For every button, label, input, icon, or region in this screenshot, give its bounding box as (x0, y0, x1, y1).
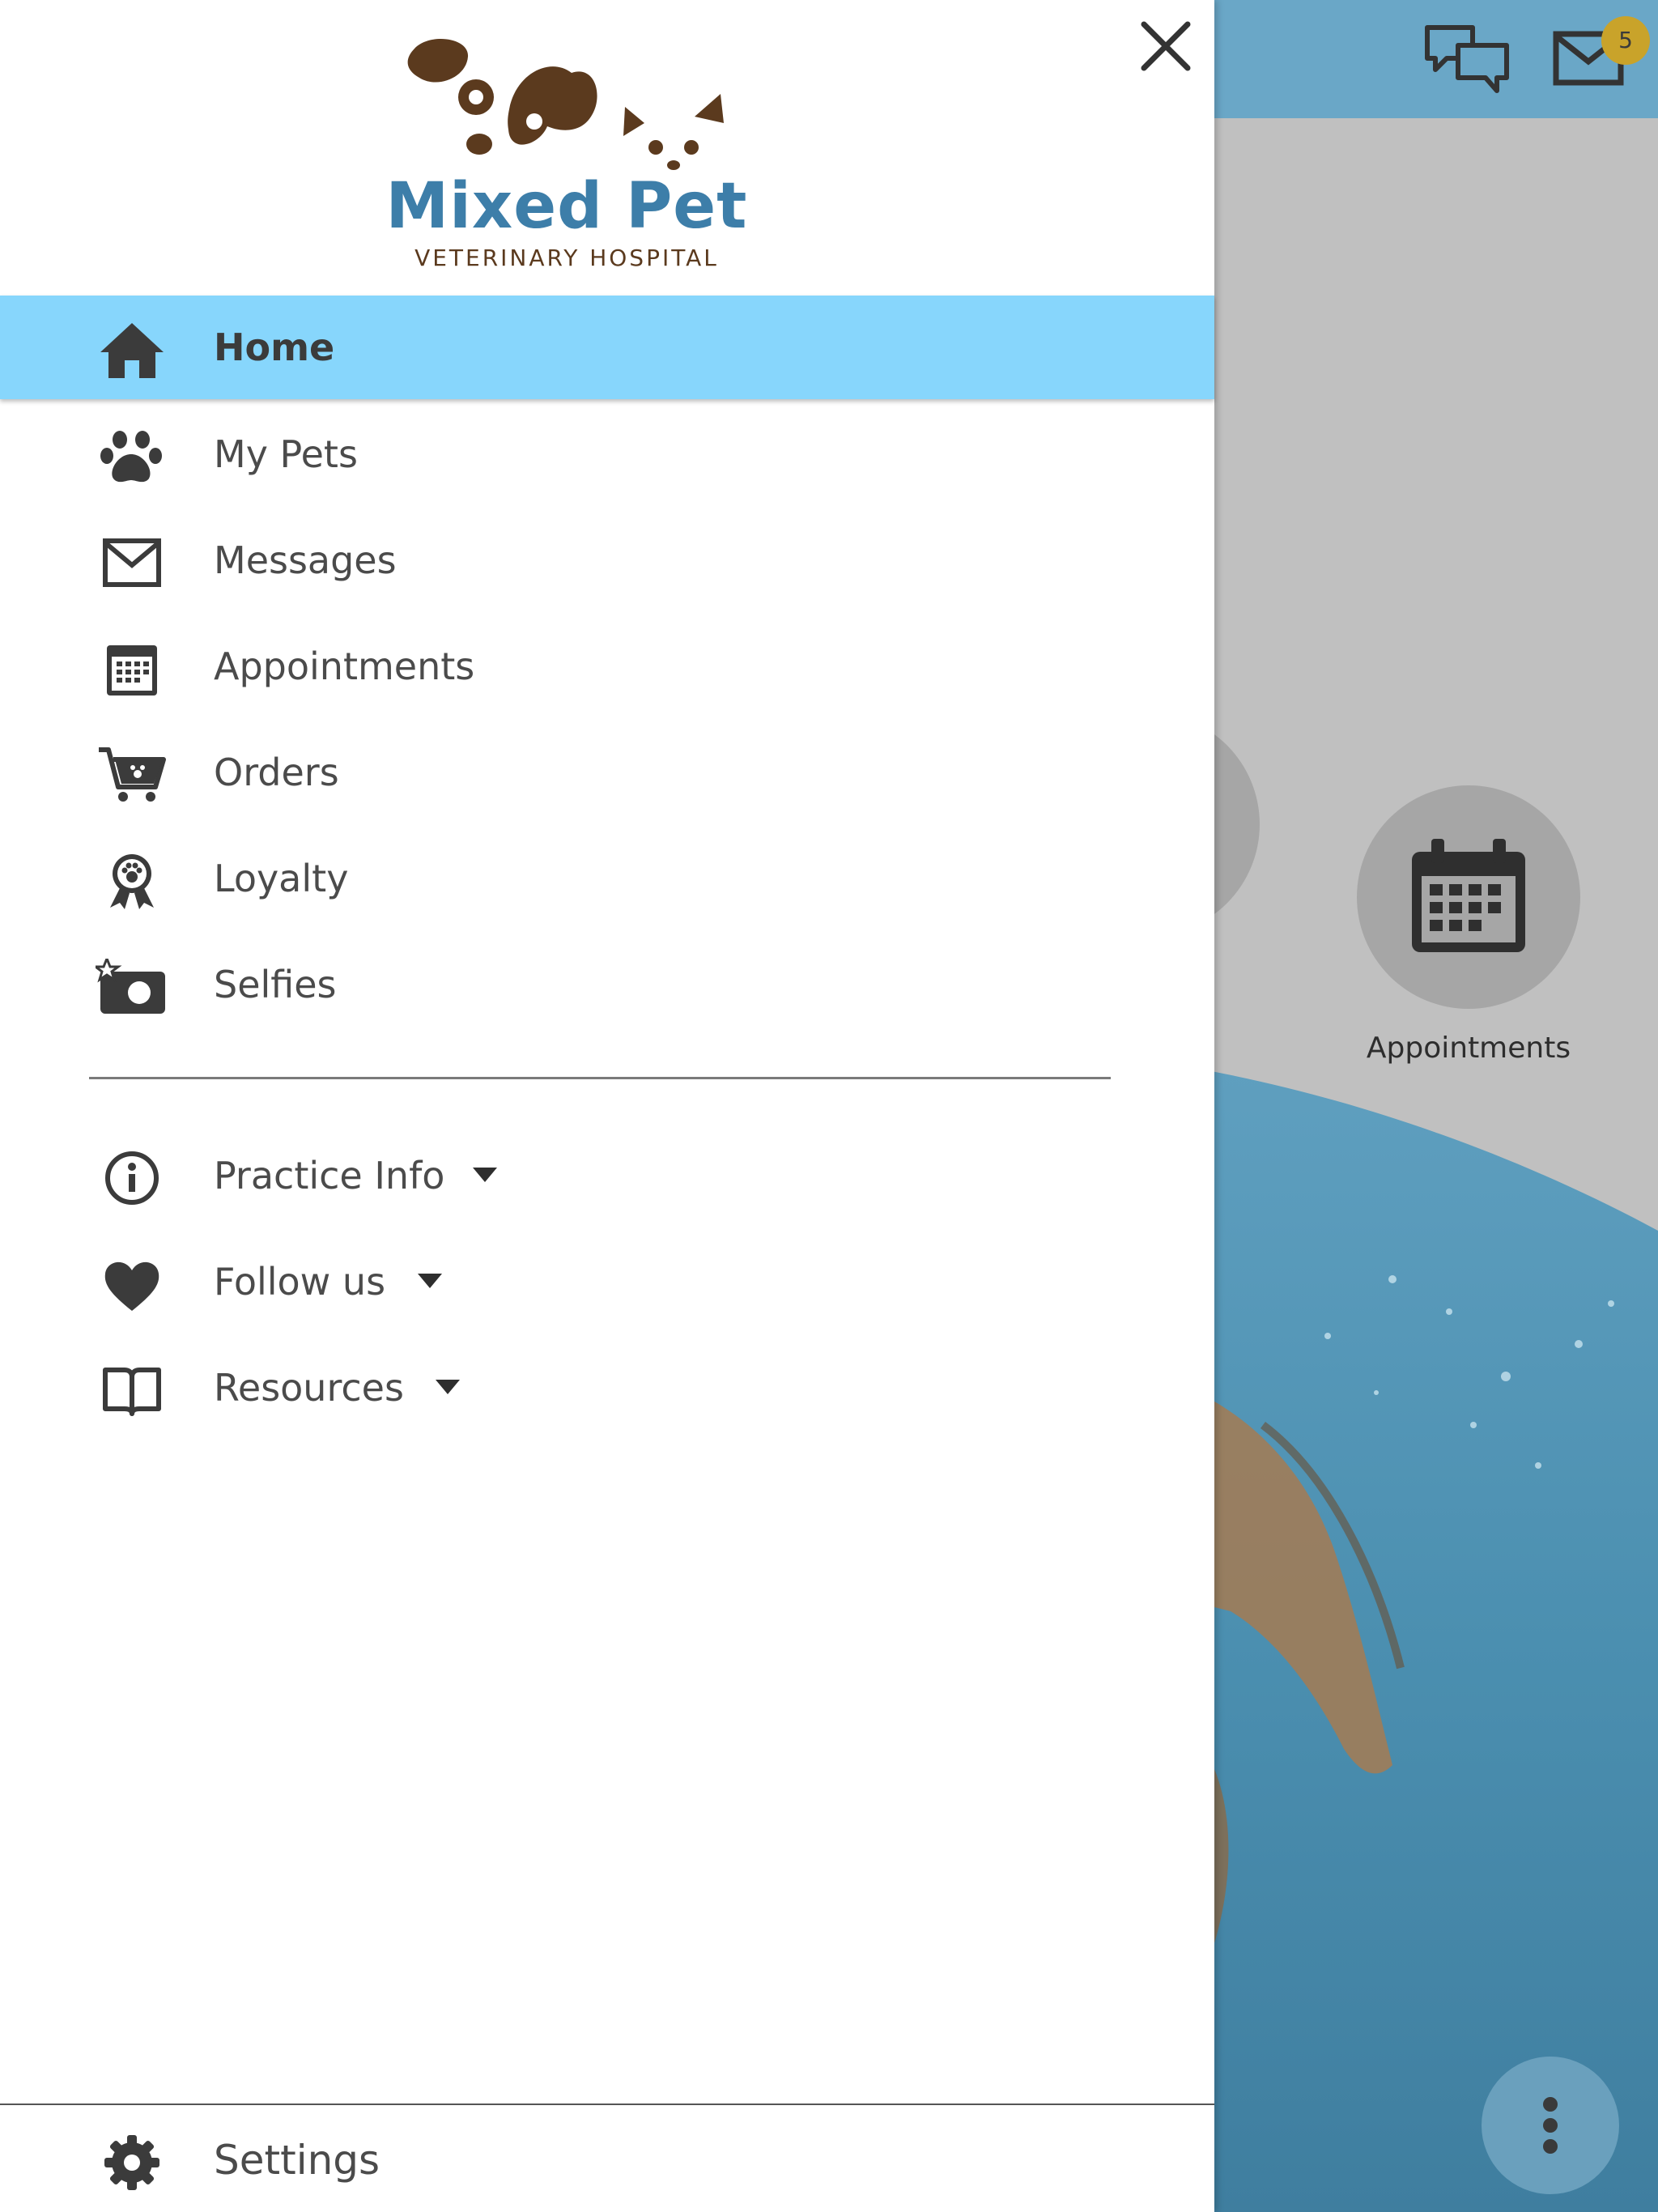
info-icon (105, 1151, 159, 1205)
calendar-icon (107, 645, 157, 696)
nav-item-label: My Pets (214, 432, 358, 476)
fab-dot (1543, 2118, 1558, 2133)
fab-dot (1543, 2139, 1558, 2154)
nav-item-label: Orders (214, 751, 339, 794)
nav-item-resources[interactable]: Resources (0, 1336, 1214, 1440)
unread-messages-badge: 5 (1601, 16, 1650, 65)
calendar-icon (1412, 839, 1525, 952)
nav-item-follow-us[interactable]: Follow us (0, 1230, 1214, 1334)
close-icon[interactable] (1137, 18, 1194, 74)
nav-item-orders[interactable]: Orders (0, 721, 1214, 824)
chat-icon[interactable] (1422, 21, 1511, 99)
pets-logo-mark-icon (407, 38, 724, 170)
nav-item-messages[interactable]: Messages (0, 508, 1214, 612)
nav-item-practice-info[interactable]: Practice Info (0, 1124, 1214, 1227)
settings-divider (0, 2104, 1214, 2105)
envelope-icon (103, 538, 161, 587)
nav-divider (89, 1077, 1111, 1079)
chevron-down-icon[interactable] (473, 1168, 497, 1182)
nav-item-selfies[interactable]: Selfies (0, 933, 1214, 1036)
gear-icon (104, 2135, 159, 2190)
nav-item-loyalty[interactable]: Loyalty (0, 827, 1214, 930)
nav-item-label: Loyalty (214, 857, 349, 900)
logo-subtitle: VETERINARY HOSPITAL (414, 245, 719, 271)
nav-item-label: Settings (214, 2137, 380, 2184)
nav-item-label: Home (214, 325, 335, 369)
appointments-tile-label: Appointments (1366, 1032, 1571, 1065)
heart-icon (104, 1261, 159, 1311)
fab-dot (1543, 2097, 1558, 2112)
nav-item-settings[interactable]: Settings (0, 2108, 1214, 2212)
ribbon-paw-icon (110, 854, 154, 909)
camera-star-icon (96, 959, 165, 1014)
nav-item-label: Practice Info (214, 1154, 445, 1197)
chevron-down-icon[interactable] (418, 1274, 442, 1288)
practice-logo: Mixed Pet VETERINARY HOSPITAL (380, 32, 753, 275)
navigation-drawer: Mixed Pet VETERINARY HOSPITAL Home My Pe… (0, 0, 1214, 2212)
more-actions-button[interactable] (1482, 2057, 1619, 2194)
nav-item-label: Follow us (214, 1260, 386, 1304)
nav-item-label: Resources (214, 1366, 404, 1410)
paw-icon (100, 431, 162, 483)
nav-item-label: Selfies (214, 963, 337, 1006)
nav-item-label: Messages (214, 538, 397, 582)
nav-item-my-pets[interactable]: My Pets (0, 402, 1214, 506)
nav-item-home[interactable]: Home (0, 296, 1214, 399)
book-icon (103, 1368, 161, 1416)
chevron-down-icon[interactable] (436, 1380, 460, 1394)
nav-item-appointments[interactable]: Appointments (0, 615, 1214, 718)
home-icon (100, 323, 164, 378)
cart-icon (99, 747, 166, 802)
logo-title: Mixed Pet (385, 170, 748, 243)
nav-item-label: Appointments (214, 644, 475, 688)
